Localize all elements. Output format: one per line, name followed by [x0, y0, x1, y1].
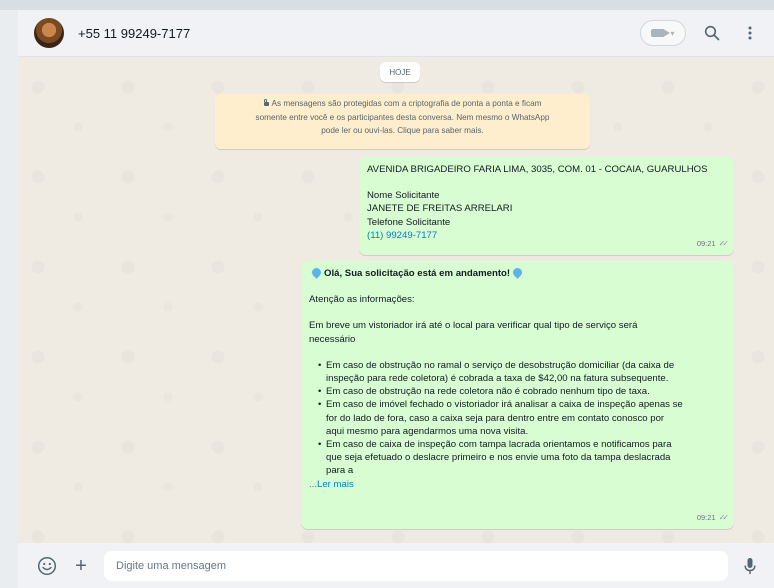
date-chip: HOJE	[380, 62, 420, 82]
list-item-line: para a	[326, 465, 354, 477]
outgoing-message[interactable]: Olá, Sua solicitação está em andamento! …	[301, 261, 734, 529]
encryption-line-1: As mensagens são protegidas com a cripto…	[271, 99, 542, 108]
message-line: Atenção as informações:	[309, 294, 415, 306]
video-call-button[interactable]: ▾	[640, 20, 686, 46]
chevron-down-icon: ▾	[670, 28, 675, 38]
outgoing-message[interactable]: AVENIDA BRIGADEIRO FARIA LIMA, 3035, COM…	[359, 157, 734, 255]
video-call-icon	[651, 29, 671, 37]
avatar[interactable]	[34, 18, 64, 48]
menu-icon	[748, 26, 752, 40]
menu-button[interactable]	[738, 21, 762, 45]
list-item-line: Em caso de imóvel fechado o vistoriador …	[326, 399, 683, 411]
message-input[interactable]	[104, 550, 728, 581]
encryption-line-3: pode ler ou ouvi-las. Clique para saber …	[321, 126, 484, 135]
emoji-button[interactable]	[36, 555, 58, 577]
left-edge	[0, 10, 18, 588]
list-item-line: Em caso de obstrução na rede coletora nã…	[326, 386, 650, 398]
chat-window: +55 11 99249-7177 ▾ HOJE As mensagens sã…	[18, 10, 774, 588]
list-item: Em caso de obstrução no ramal o serviço …	[318, 359, 726, 385]
message-timestamp: 09:21	[696, 238, 716, 248]
message-line: necessário	[309, 333, 356, 345]
message-line: Nome Solicitante	[367, 190, 440, 202]
message-time: 09:21 ✓✓	[696, 511, 730, 524]
list-item-line: aqui mesmo para agendarmos uma nova visi…	[326, 425, 529, 437]
phone-link[interactable]: (11) 99249-7177	[367, 229, 726, 242]
message-title: Olá, Sua solicitação está em andamento!	[309, 266, 726, 280]
message-line: JANETE DE FREITAS ARRELARI	[367, 203, 513, 215]
water-drop-icon	[310, 266, 323, 279]
message-list[interactable]: HOJE As mensagens são protegidas com a c…	[18, 57, 774, 543]
list-item: Em caso de obstrução na rede coletora nã…	[318, 385, 726, 398]
mic-icon	[744, 557, 756, 574]
attach-button[interactable]: +	[70, 556, 92, 576]
plus-icon: +	[75, 554, 87, 577]
browser-top-strip	[0, 0, 774, 10]
message-line: Em breve um vistoriador irá até o local …	[309, 320, 638, 332]
message-timestamp: 09:21	[696, 512, 716, 522]
list-item: Em caso de imóvel fechado o vistoriador …	[318, 398, 726, 438]
list-item-line: inspeção para rede coletora) é cobrada a…	[326, 373, 669, 385]
search-button[interactable]	[700, 21, 724, 45]
composer: +	[18, 543, 774, 588]
double-check-icon: ✓✓	[718, 238, 730, 248]
encryption-line-2: somente entre você e os participantes de…	[255, 112, 550, 122]
list-item-line: que seja efetuado o deslacre primeiro e …	[326, 452, 671, 464]
list-item-line: for do lado de fora, caso a caixa seja p…	[326, 412, 665, 424]
search-icon	[704, 25, 720, 41]
list-item: Em caso de caixa de inspeção com tampa l…	[318, 438, 726, 478]
contact-name[interactable]: +55 11 99249-7177	[78, 26, 190, 41]
header-actions: ▾	[640, 20, 774, 46]
emoji-icon	[37, 556, 57, 575]
message-address: AVENIDA BRIGADEIRO FARIA LIMA, 3035, COM…	[367, 164, 708, 175]
encryption-notice[interactable]: As mensagens são protegidas com a cripto…	[215, 94, 590, 149]
voice-message-button[interactable]	[742, 555, 758, 577]
chat-header: +55 11 99249-7177 ▾	[18, 10, 774, 57]
read-more-link[interactable]: ...Ler mais	[309, 478, 726, 491]
info-list: Em caso de obstrução no ramal o serviço …	[309, 359, 726, 478]
message-line: Telefone Solicitante	[367, 216, 451, 228]
message-time: 09:21 ✓✓	[696, 237, 730, 250]
list-item-line: Em caso de caixa de inspeção com tampa l…	[326, 439, 672, 451]
list-item-line: Em caso de obstrução no ramal o serviço …	[326, 359, 675, 371]
message-title-text: Olá, Sua solicitação está em andamento!	[324, 268, 511, 279]
lock-icon	[263, 99, 269, 106]
water-drop-icon	[511, 266, 524, 279]
double-check-icon: ✓✓	[718, 512, 730, 522]
